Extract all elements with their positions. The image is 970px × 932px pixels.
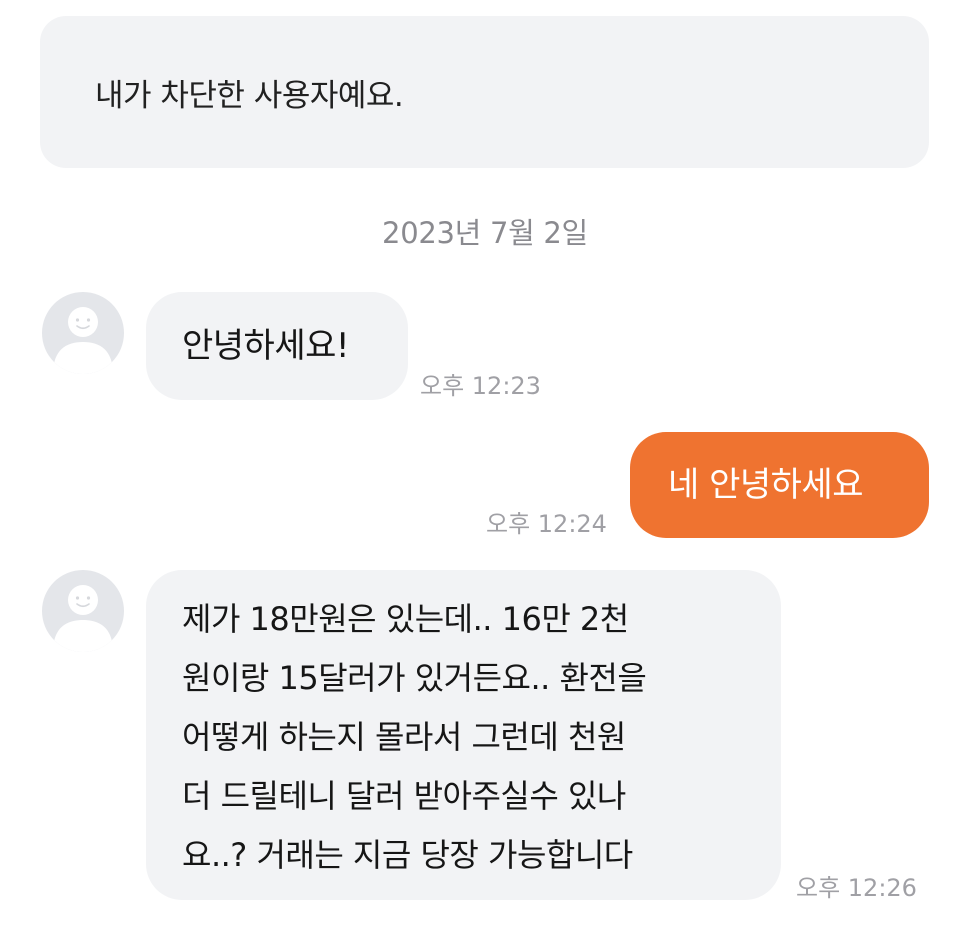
blocked-user-notice-text: 내가 차단한 사용자예요. xyxy=(95,77,404,114)
blocked-user-notice: 내가 차단한 사용자예요. xyxy=(40,16,929,168)
date-separator: 2023년 7월 2일 xyxy=(382,216,588,250)
message-text: 네 안녕하세요 xyxy=(668,465,864,505)
message-text-line: 원이랑 15달러가 있거든요.. 환전을 xyxy=(182,659,647,697)
incoming-message-bubble[interactable]: 안녕하세요! xyxy=(146,292,408,400)
outgoing-message-bubble[interactable]: 네 안녕하세요 xyxy=(630,432,929,538)
incoming-message-bubble[interactable]: 제가 18만원은 있는데.. 16만 2천 원이랑 15달러가 있거든요.. 환… xyxy=(146,570,781,900)
message-timestamp: 오후 12:26 xyxy=(796,874,917,902)
message-timestamp: 오후 12:23 xyxy=(420,372,541,400)
message-text-line: 요..? 거래는 지금 당장 가능합니다 xyxy=(182,836,633,874)
sender-avatar-icon[interactable] xyxy=(42,292,124,374)
message-text-line: 더 드릴테니 달러 받아주실수 있나 xyxy=(182,777,626,815)
message-text: 안녕하세요! xyxy=(182,326,350,366)
message-text-line: 어떻게 하는지 몰라서 그런데 천원 xyxy=(182,718,626,756)
message-text-line: 제가 18만원은 있는데.. 16만 2천 xyxy=(182,600,629,638)
message-timestamp: 오후 12:24 xyxy=(486,510,607,538)
sender-avatar-icon[interactable] xyxy=(42,570,124,652)
